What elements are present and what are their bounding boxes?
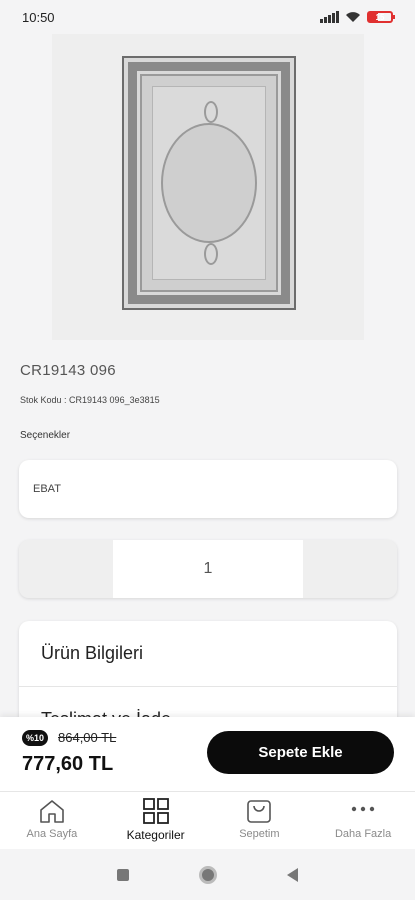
back-icon[interactable] xyxy=(287,867,298,882)
size-select[interactable]: EBAT xyxy=(19,460,397,518)
discount-badge: %10 xyxy=(22,730,48,746)
quantity-stepper[interactable]: 1 xyxy=(19,540,397,598)
home-button-icon[interactable] xyxy=(199,865,217,884)
battery-icon: 15 xyxy=(367,11,395,23)
quantity-decrease-button[interactable] xyxy=(19,540,113,598)
status-time: 10:50 xyxy=(22,9,55,25)
status-bar: 10:50 15 xyxy=(0,0,415,34)
nav-label-more: Daha Fazla xyxy=(334,828,392,840)
rug-image xyxy=(122,56,296,310)
nav-label-cart: Sepetim xyxy=(239,828,280,840)
product-image[interactable] xyxy=(52,34,364,340)
stock-code: Stok Kodu : CR19143 096_3e3815 xyxy=(20,395,160,405)
bottom-navigation: Ana Sayfa Kategoriler Sepetim Daha Fazla xyxy=(0,791,415,849)
home-icon xyxy=(40,800,64,823)
grid-icon xyxy=(142,798,169,824)
quantity-value[interactable]: 1 xyxy=(113,540,303,598)
nav-item-more[interactable]: Daha Fazla xyxy=(311,792,415,849)
product-details-row[interactable]: Ürün Bilgileri xyxy=(19,621,397,687)
nav-label-home: Ana Sayfa xyxy=(26,828,78,840)
product-title: CR19143 096 xyxy=(20,362,116,379)
recent-apps-icon[interactable] xyxy=(117,868,129,881)
wifi-icon xyxy=(346,12,360,22)
more-icon xyxy=(351,806,375,812)
current-price: 777,60 TL xyxy=(22,753,114,775)
quantity-increase-button[interactable] xyxy=(303,540,397,598)
add-to-cart-button[interactable]: Sepete Ekle xyxy=(207,731,394,774)
nav-label-categories: Kategoriler xyxy=(126,828,185,842)
options-label: Seçenekler xyxy=(20,430,71,441)
old-price: 864,00 TL xyxy=(58,730,117,745)
status-icons: 15 xyxy=(320,11,395,23)
system-navigation-bar xyxy=(0,849,415,900)
purchase-bar: %10 864,00 TL 777,60 TL Sepete Ekle xyxy=(0,717,415,791)
product-image-area[interactable] xyxy=(0,34,415,340)
nav-item-cart[interactable]: Sepetim xyxy=(208,792,312,849)
nav-item-home[interactable]: Ana Sayfa xyxy=(0,792,104,849)
battery-level: 15 xyxy=(375,12,385,22)
signal-icon xyxy=(320,11,339,23)
bag-icon xyxy=(247,800,272,823)
size-select-placeholder: EBAT xyxy=(33,483,61,495)
nav-item-categories[interactable]: Kategoriler xyxy=(104,792,208,849)
